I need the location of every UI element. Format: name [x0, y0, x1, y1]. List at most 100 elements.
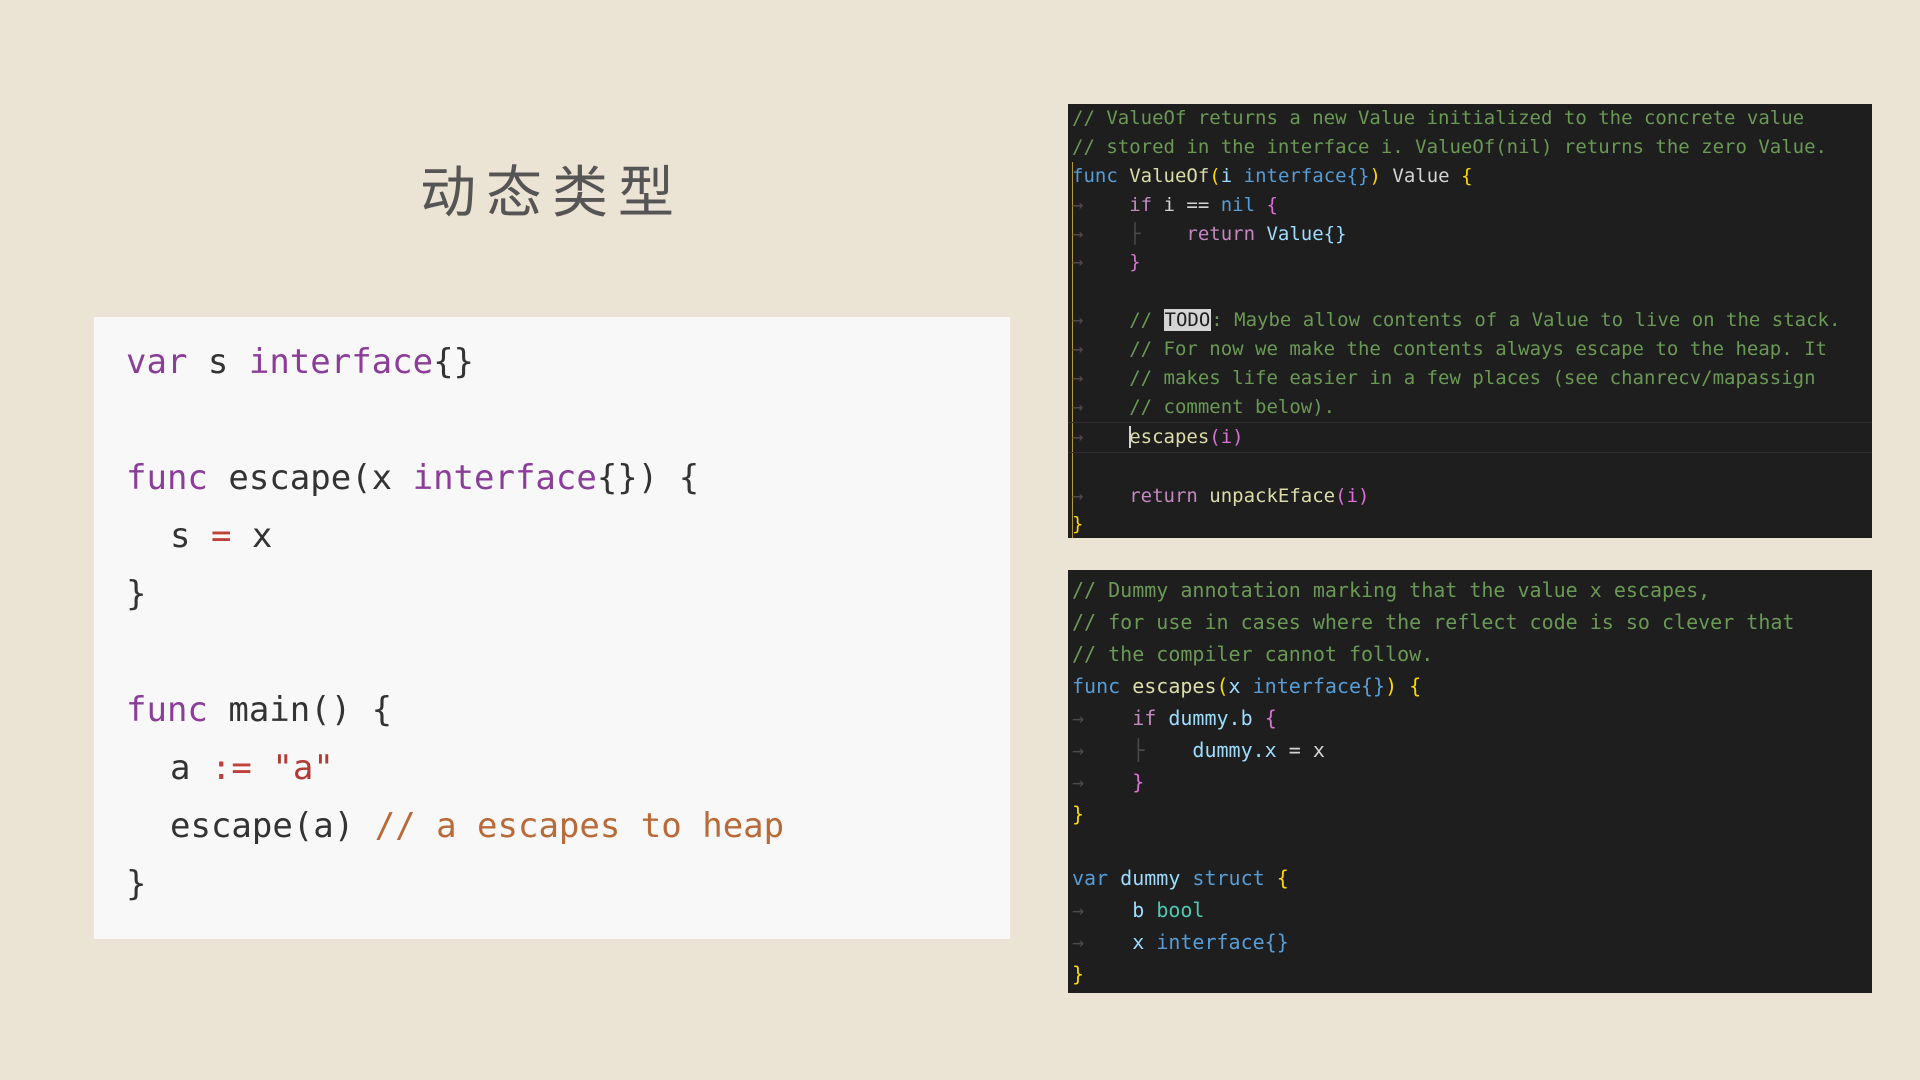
code-text: //: [1129, 309, 1164, 332]
keyword: if: [1132, 706, 1157, 730]
comment-line: → // makes life easier in a few places (…: [1072, 367, 1816, 390]
keyword: var: [126, 342, 188, 382]
code-line: → x interface{}: [1072, 930, 1289, 954]
type: interface{}: [1252, 674, 1386, 698]
code-text: : Maybe allow contents of a Value to liv…: [1211, 309, 1841, 332]
comment-line: // the compiler cannot follow.: [1072, 642, 1434, 666]
type: bool: [1156, 898, 1205, 922]
param: i: [1220, 164, 1233, 187]
function-name: escapes: [1120, 674, 1217, 698]
code-text: s: [170, 516, 211, 556]
code-text: i ==: [1152, 193, 1221, 216]
bracket: (: [1216, 674, 1229, 698]
return-type: Value: [1392, 164, 1450, 187]
field-name: b: [1132, 898, 1157, 922]
keyword: func: [1072, 674, 1121, 698]
valueof-source-panel: // ValueOf returns a new Value initializ…: [1068, 104, 1872, 538]
bracket: ): [1369, 164, 1381, 187]
type: interface{}: [1156, 930, 1289, 954]
keyword: func: [126, 458, 208, 498]
code-line: escape(a) // a escapes to heap: [126, 797, 1010, 855]
code-text: (i): [1209, 425, 1244, 448]
code-line: a := "a": [126, 739, 1010, 797]
string-literal: "a": [251, 748, 334, 788]
code-line: func main() {: [126, 681, 1010, 739]
bracket: (: [1209, 164, 1221, 187]
code-line: → if dummy.b {: [1072, 706, 1277, 730]
code-text: main() {: [207, 690, 393, 730]
function-name: ValueOf: [1129, 164, 1210, 187]
comment-line: → // TODO: Maybe allow contents of a Val…: [1072, 309, 1841, 332]
todo-highlight: TODO: [1163, 309, 1212, 332]
field-name: x: [1132, 930, 1157, 954]
current-line[interactable]: → escapes(i): [1068, 421, 1872, 453]
code-text: dummy.x: [1192, 738, 1277, 762]
code-line: → }: [1072, 770, 1145, 794]
bracket: }: [1072, 513, 1084, 536]
code-line: → return unpackEface(i): [1072, 484, 1370, 507]
bracket: {: [1397, 674, 1422, 698]
comment-line: → // For now we make the contents always…: [1072, 338, 1827, 361]
code-line: func escape(x interface{}) {: [126, 449, 1010, 507]
code-text: (i): [1335, 484, 1370, 507]
bracket: }: [1072, 802, 1085, 826]
keyword: struct: [1192, 866, 1265, 890]
comment-line: // Dummy annotation marking that the val…: [1072, 578, 1711, 602]
code-line: }: [126, 574, 147, 614]
bracket: {: [1264, 866, 1289, 890]
code-line: }: [1068, 510, 1872, 538]
code-text: s: [187, 342, 249, 382]
bracket: }: [1132, 770, 1145, 794]
code-text: escape(a): [170, 806, 375, 846]
code-text: Value{}: [1255, 222, 1347, 245]
keyword: func: [1072, 164, 1118, 187]
code-text: dummy.b: [1156, 706, 1265, 730]
keyword: func: [126, 690, 208, 730]
code-text: = x: [1276, 738, 1325, 762]
code-line: → ├ dummy.x = x: [1072, 738, 1325, 762]
code-text: // makes life easier in a few places (se…: [1129, 367, 1816, 390]
code-line: }: [1068, 798, 1872, 830]
bracket: {: [1461, 164, 1473, 187]
type: interface{}: [1243, 164, 1370, 187]
bracket: ): [1385, 674, 1398, 698]
keyword: var: [1072, 866, 1109, 890]
code-line: var s interface{}: [126, 333, 1010, 391]
slide-title: 动态类型: [420, 161, 684, 226]
bracket: {: [1255, 193, 1278, 216]
function-call: unpackEface: [1197, 484, 1336, 507]
type-keyword: interface: [248, 342, 434, 382]
code-text: // For now we make the contents always e…: [1129, 338, 1827, 361]
code-line: }: [1068, 958, 1872, 990]
bracket: }: [1072, 962, 1085, 986]
keyword: return: [1186, 222, 1256, 245]
code-line: → ├ return Value{}: [1072, 222, 1347, 245]
code-text: {}) {: [596, 458, 700, 498]
operator: :=: [210, 748, 252, 788]
comment-line: // stored in the interface i. ValueOf(ni…: [1072, 135, 1827, 158]
code-line: s = x: [126, 507, 1010, 565]
code-line: → }: [1072, 251, 1141, 274]
code-text: {}: [433, 342, 475, 382]
code-comment: // a escapes to heap: [374, 806, 785, 846]
code-text: escape(x: [207, 458, 413, 498]
comment-line: // ValueOf returns a new Value initializ…: [1072, 107, 1805, 129]
code-text: dummy: [1108, 866, 1193, 890]
code-text: // comment below).: [1129, 395, 1336, 418]
keyword: if: [1129, 193, 1153, 216]
bracket: {: [1264, 706, 1277, 730]
code-line: func ValueOf(i interface{}) Value {: [1068, 162, 1872, 191]
comment-line: → // comment below).: [1072, 395, 1336, 418]
param: x: [1228, 674, 1253, 698]
code-text: x: [231, 516, 273, 556]
keyword: return: [1129, 484, 1198, 507]
bracket: }: [1129, 251, 1141, 274]
operator: =: [210, 516, 232, 556]
code-example-box: var s interface{} func escape(x interfac…: [94, 317, 1010, 939]
keyword: nil: [1220, 193, 1256, 216]
